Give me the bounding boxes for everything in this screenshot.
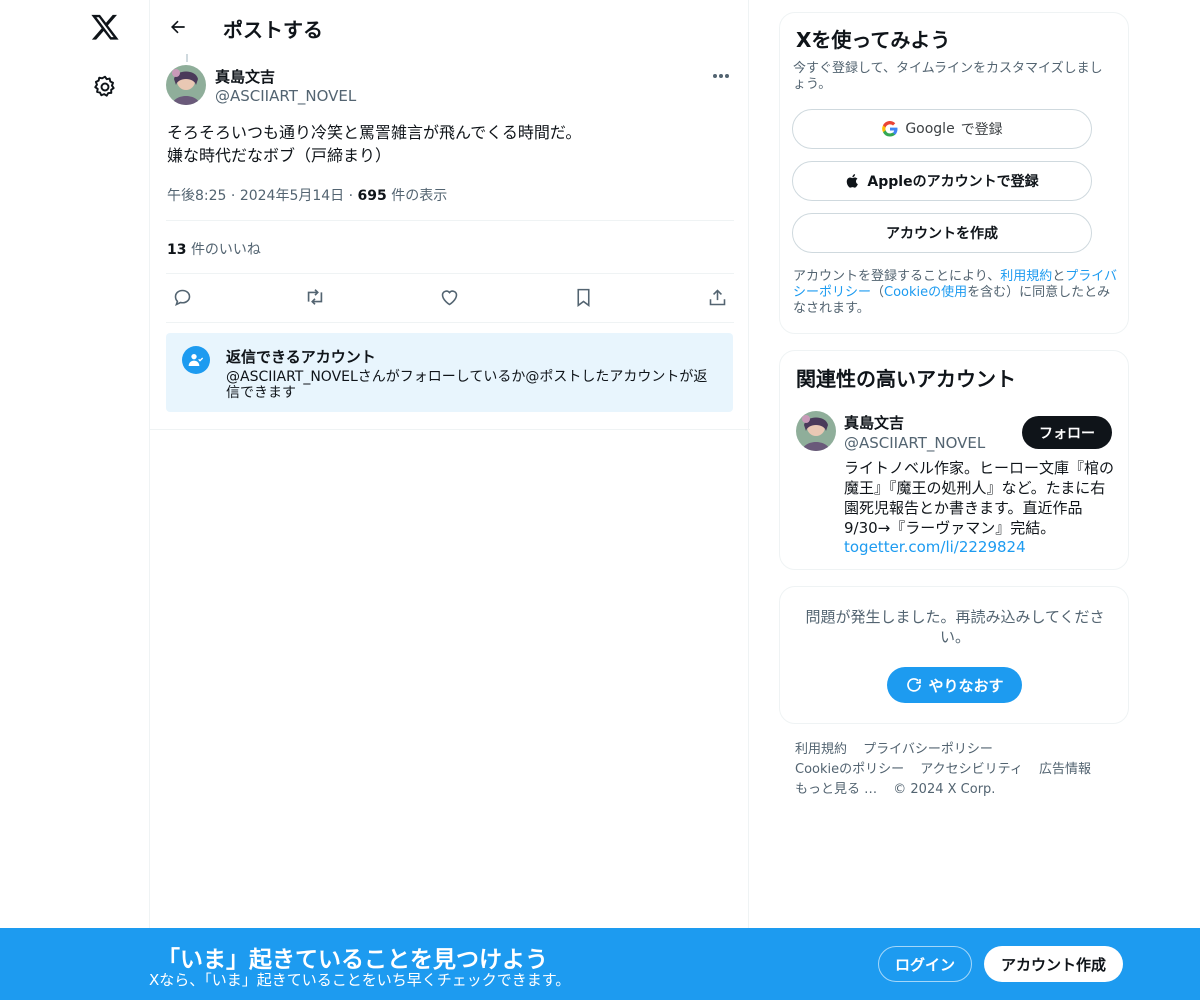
post-text: そろそろいつも通り冷笑と罵詈雑言が飛んでくる時間だ。 嫌な時代だなボブ（戸締まり… [167, 121, 727, 167]
refresh-icon [907, 678, 922, 692]
google-signup-button[interactable]: Google で登録 [792, 109, 1092, 149]
divider [166, 322, 734, 323]
meta-separator: · [348, 188, 354, 204]
post-date[interactable]: 2024年5月14日 [240, 188, 344, 204]
reply-restriction-title: 返信できるアカウント [226, 348, 376, 366]
banner-subtitle: Xなら、「いま」起きていることをいち早くチェックできます。 [149, 971, 571, 989]
back-button[interactable] [164, 13, 192, 41]
meta-separator: · [230, 188, 236, 204]
reply-restriction-description: @ASCIIART_NOVELさんがフォローしているか@ポストしたアカウントが返… [226, 369, 708, 401]
google-signup-label: で登録 [960, 122, 1003, 138]
login-button[interactable]: ログイン [878, 946, 972, 982]
apple-signup-label: Appleのアカウントで登録 [867, 174, 1039, 190]
error-card: 問題が発生しました。再読み込みしてください。 やりなおす [779, 586, 1129, 724]
copyright: © 2024 X Corp. [893, 782, 996, 797]
reply-restriction-notice: 返信できるアカウント @ASCIIART_NOVELさんがフォローしているか@ポ… [166, 333, 733, 412]
likes-label: 件のいいね [190, 242, 261, 258]
recommended-bio: ライトノベル作家。ヒーロー文庫『棺の魔王』『魔王の処刑人』など。たまに右園死児報… [844, 459, 1115, 537]
cookie-link[interactable]: Cookieの使用 [884, 285, 967, 300]
signup-card-subtitle: 今すぐ登録して、タイムラインをカスタマイズしましょう。 [793, 61, 1103, 92]
recommended-handle[interactable]: @ASCIIART_NOVEL [844, 434, 985, 452]
arrow-left-icon [171, 20, 185, 34]
terms-and: と [1052, 269, 1066, 284]
retweet-icon[interactable] [302, 284, 328, 310]
retry-label: やりなおす [928, 676, 1004, 695]
post-text-line: 嫌な時代だなボブ（戸締まり） [167, 146, 392, 165]
divider [166, 273, 734, 274]
divider [166, 220, 734, 221]
gear-icon[interactable] [92, 74, 118, 100]
recommended-card-title: 関連性の高いアカウント [796, 367, 1016, 391]
likes-count: 13 [167, 242, 187, 258]
reply-icon[interactable] [169, 284, 195, 310]
likes-link[interactable]: 13 件のいいね [167, 239, 261, 259]
footer-link[interactable]: Cookieのポリシー [795, 762, 904, 777]
post-actions [166, 284, 734, 310]
more-icon[interactable] [710, 66, 732, 86]
create-account-label: アカウントを作成 [886, 226, 998, 242]
avatar[interactable] [796, 411, 836, 451]
post-text-line: そろそろいつも通り冷笑と罵詈雑言が飛んでくる時間だ。 [167, 123, 582, 142]
like-icon[interactable] [436, 284, 462, 310]
recommended-accounts-card: 関連性の高いアカウント 真島文吉 @ASCIIART_NOVEL フォロー ライ… [779, 350, 1129, 570]
footer-link[interactable]: 広告情報 [1039, 762, 1091, 777]
user-check-icon [182, 346, 210, 374]
views-label: 件の表示 [391, 188, 448, 204]
create-account-button[interactable]: アカウントを作成 [792, 213, 1092, 253]
apple-signup-button[interactable]: Appleのアカウントで登録 [792, 161, 1092, 201]
terms-prefix: アカウントを登録することにより、 [793, 269, 1001, 284]
avatar[interactable] [166, 65, 206, 105]
terms-mid: （ [871, 285, 885, 300]
retry-button[interactable]: やりなおす [887, 667, 1022, 703]
share-icon[interactable] [704, 284, 730, 310]
footer-link[interactable]: プライバシーポリシー [863, 742, 993, 757]
signup-banner: 「いま」起きていることを見つけよう Xなら、「いま」起きていることをいち早くチェ… [0, 928, 1200, 1000]
signup-card-title: Xを使ってみよう [796, 28, 951, 52]
post-meta: 午後8:25 · 2024年5月14日 · 695 件の表示 [167, 185, 447, 205]
page-title: ポストする [223, 18, 323, 42]
apple-icon [847, 174, 859, 188]
footer-more-link[interactable]: もっと見る … [795, 782, 877, 797]
bookmark-icon[interactable] [570, 284, 596, 310]
left-nav [70, 0, 150, 1000]
views-count: 695 [357, 188, 387, 204]
recommended-name[interactable]: 真島文吉 [844, 412, 904, 433]
footer-link[interactable]: アクセシビリティ [920, 762, 1023, 777]
main-column: ポストする 真島文吉 @ASCIIART_NOVEL そろそろいつも通り冷笑と罵… [149, 0, 750, 1000]
google-icon [882, 120, 898, 137]
google-brand: Google [905, 121, 955, 137]
author-name[interactable]: 真島文吉 [215, 66, 275, 87]
terms-text: アカウントを登録することにより、利用規約とプライバシーポリシー（Cookieの使… [793, 269, 1119, 317]
error-message: 問題が発生しました。再読み込みしてください。 [805, 608, 1105, 646]
x-logo-icon[interactable] [90, 12, 120, 42]
author-handle[interactable]: @ASCIIART_NOVEL [215, 87, 356, 105]
recommended-bio-link[interactable]: togetter.com/li/2229824 [844, 538, 1026, 556]
post-time[interactable]: 午後8:25 [167, 188, 226, 204]
post: 真島文吉 @ASCIIART_NOVEL そろそろいつも通り冷笑と罵詈雑言が飛ん… [150, 54, 750, 430]
signup-card: Xを使ってみよう 今すぐ登録して、タイムラインをカスタマイズしましょう。 Goo… [779, 12, 1129, 334]
signup-button[interactable]: アカウント作成 [984, 946, 1123, 982]
follow-button[interactable]: フォロー [1022, 416, 1112, 449]
page-header: ポストする [150, 0, 750, 54]
thread-line [186, 54, 188, 62]
footer-links: 利用規約 プライバシーポリシー Cookieのポリシー アクセシビリティ 広告情… [795, 740, 1125, 800]
footer-link[interactable]: 利用規約 [795, 742, 847, 757]
terms-link[interactable]: 利用規約 [1000, 269, 1052, 284]
